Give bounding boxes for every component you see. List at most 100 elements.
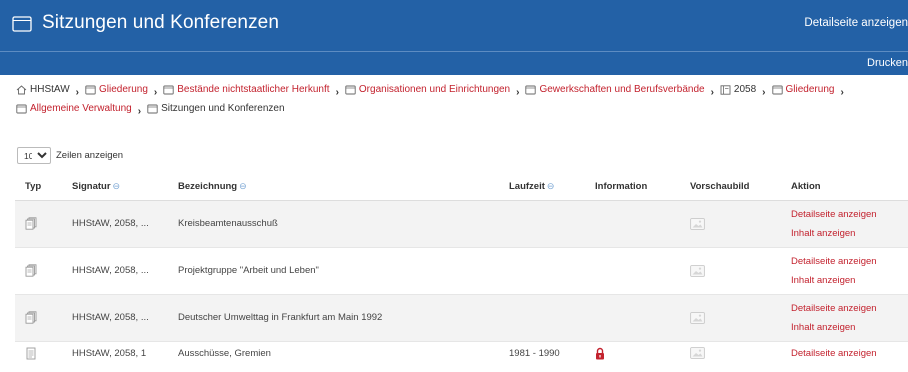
print-link[interactable]: Drucken [867, 57, 908, 69]
breadcrumb-label: HHStAW [30, 84, 70, 95]
breadcrumb-label[interactable]: Organisationen und Einrichtungen [359, 82, 510, 98]
bezeichnung-value: Deutscher Umwelttag in Frankfurt am Main… [178, 312, 383, 323]
breadcrumb-item[interactable]: Organisationen und Einrichtungen [345, 82, 510, 98]
information-cell [585, 340, 680, 365]
sort-icon[interactable]: ⊖ [113, 181, 121, 191]
breadcrumb-separator-icon: › [840, 87, 844, 98]
sort-icon[interactable]: ⊖ [547, 181, 555, 191]
information-cell [585, 199, 680, 247]
detail-link[interactable]: Detailseite anzeigen [791, 299, 908, 318]
document-icon [26, 347, 36, 360]
content-link[interactable]: Inhalt anzeigen [791, 224, 908, 243]
folder-icon [771, 85, 783, 95]
laufzeit-value: 1981 - 1990 [509, 347, 560, 359]
signatur-cell: HHStAW, 2058, ... [62, 246, 168, 294]
breadcrumb-label[interactable]: Gliederung [786, 82, 835, 98]
breadcrumb: HHStAW › Gliederung › Bestände nichtstaatlic… [16, 82, 896, 120]
breadcrumb-item: 2058 [720, 82, 756, 98]
signatur-value: HHStAW, 2058, ... [72, 312, 149, 323]
page-title: Sitzungen und Konferenzen [42, 12, 280, 33]
laufzeit-cell [499, 199, 585, 247]
breadcrumb-label[interactable]: Allgemeine Verwaltung [30, 101, 132, 117]
folder-icon [345, 85, 356, 95]
signatur-value: HHStAW, 2058, 1 [72, 347, 147, 359]
breadcrumb-separator-icon: › [137, 106, 142, 117]
folder-icon [525, 85, 537, 95]
column-header[interactable]: Signatur ⊖ [62, 174, 168, 201]
column-header-label: Typ [25, 181, 42, 193]
signatur-cell: HHStAW, 2058, ... [62, 199, 168, 247]
signatur-value: HHStAW, 2058, ... [72, 218, 149, 229]
sort-icon[interactable]: ⊖ [239, 181, 247, 191]
information-cell [585, 293, 680, 341]
detail-link[interactable]: Detailseite anzeigen [791, 344, 908, 363]
column-header-label: Information [595, 181, 648, 193]
home-icon [16, 85, 27, 95]
content-link[interactable]: Inhalt anzeigen [791, 271, 908, 290]
breadcrumb-label[interactable]: Gliederung [99, 82, 148, 98]
table-row: HHStAW, 2058, 1 Ausschüsse, Gremien 1981 -… [15, 340, 908, 365]
column-header-label: Bezeichnung [178, 181, 238, 193]
column-header: Vorschaubild [680, 174, 781, 201]
image-placeholder-icon [690, 217, 705, 230]
folder-icon [85, 85, 96, 95]
type-cell [15, 293, 62, 341]
breadcrumb-separator-icon: › [710, 87, 714, 98]
breadcrumb-item[interactable]: Bestände nichtstaatlicher Herkunft [163, 82, 330, 98]
bezeichnung-cell: Projektgruppe "Arbeit und Leben" [168, 246, 499, 294]
action-cell: Detailseite anzeigen Inhalt anzeigen [781, 293, 908, 341]
stacked-documents-icon [25, 217, 37, 230]
breadcrumb-separator-icon: › [516, 87, 520, 98]
detail-link[interactable]: Detailseite anzeigen [791, 205, 908, 224]
image-placeholder-icon [690, 264, 705, 277]
results-table: Typ Signatur ⊖ Bezeichnung ⊖ Laufzeit ⊖ Informa… [15, 174, 908, 365]
action-cell: Detailseite anzeigen Inhalt anzeigen [781, 199, 908, 247]
breadcrumb-item[interactable]: Gliederung [85, 82, 148, 98]
column-header[interactable]: Laufzeit ⊖ [499, 174, 585, 201]
action-cell: Detailseite anzeigen [781, 340, 908, 365]
image-placeholder-icon [690, 311, 705, 324]
column-header-label: Aktion [791, 181, 821, 193]
lock-icon [596, 347, 604, 360]
breadcrumb-separator-icon: › [335, 87, 339, 98]
column-header[interactable]: Bezeichnung ⊖ [168, 174, 499, 201]
detail-link[interactable]: Detailseite anzeigen [791, 252, 908, 271]
table-header-row: Typ Signatur ⊖ Bezeichnung ⊖ Laufzeit ⊖ Informa… [15, 174, 908, 201]
laufzeit-cell [499, 293, 585, 341]
bezeichnung-value: Ausschüsse, Gremien [178, 347, 271, 359]
laufzeit-cell: 1981 - 1990 [499, 340, 585, 365]
table-row: HHStAW, 2058, ... Kreisbeamtenausschuß Det… [15, 199, 908, 247]
breadcrumb-label: 2058 [733, 84, 757, 95]
bezeichnung-cell: Deutscher Umwelttag in Frankfurt am Main… [168, 293, 499, 341]
header-detail-link[interactable]: Detailseite anzeigen [804, 17, 908, 29]
action-cell: Detailseite anzeigen Inhalt anzeigen [781, 246, 908, 294]
breadcrumb-label[interactable]: Bestände nichtstaatlicher Herkunft [177, 82, 329, 98]
breadcrumb-separator-icon: › [153, 87, 158, 98]
stacked-documents-icon [25, 311, 37, 324]
bezeichnung-cell: Ausschüsse, Gremien [168, 340, 499, 365]
information-cell [585, 246, 680, 294]
table-row: HHStAW, 2058, ... Deutscher Umwelttag in … [15, 293, 908, 341]
breadcrumb-label: Sitzungen und Konferenzen [161, 103, 285, 114]
page-size-select[interactable]: 10 [17, 147, 51, 164]
signatur-value: HHStAW, 2058, ... [72, 265, 149, 276]
content-link[interactable]: Inhalt anzeigen [791, 318, 908, 337]
breadcrumb-item[interactable]: Gliederung [771, 82, 835, 98]
stacked-documents-icon [25, 264, 37, 277]
breadcrumb-label[interactable]: Gewerkschaften und Berufsverbände [539, 82, 704, 98]
type-cell [15, 340, 62, 365]
bezeichnung-cell: Kreisbeamtenausschuß [168, 199, 499, 247]
page-size-label: Zeilen anzeigen [56, 150, 124, 161]
book-icon [720, 85, 731, 95]
folder-icon [12, 15, 32, 32]
breadcrumb-item: HHStAW [16, 82, 70, 98]
signatur-cell: HHStAW, 2058, 1 [62, 340, 168, 365]
sub-toolbar: Drucken [0, 52, 908, 75]
breadcrumb-item[interactable]: Allgemeine Verwaltung [16, 101, 132, 117]
header-bar: Sitzungen und Konferenzen Detailseite an… [0, 0, 908, 52]
column-header: Typ [15, 174, 62, 201]
column-header: Aktion [781, 174, 908, 201]
page-size-control: 10 Zeilen anzeigen [17, 147, 123, 164]
column-header: Information [585, 174, 680, 201]
breadcrumb-item[interactable]: Gewerkschaften und Berufsverbände [525, 82, 705, 98]
